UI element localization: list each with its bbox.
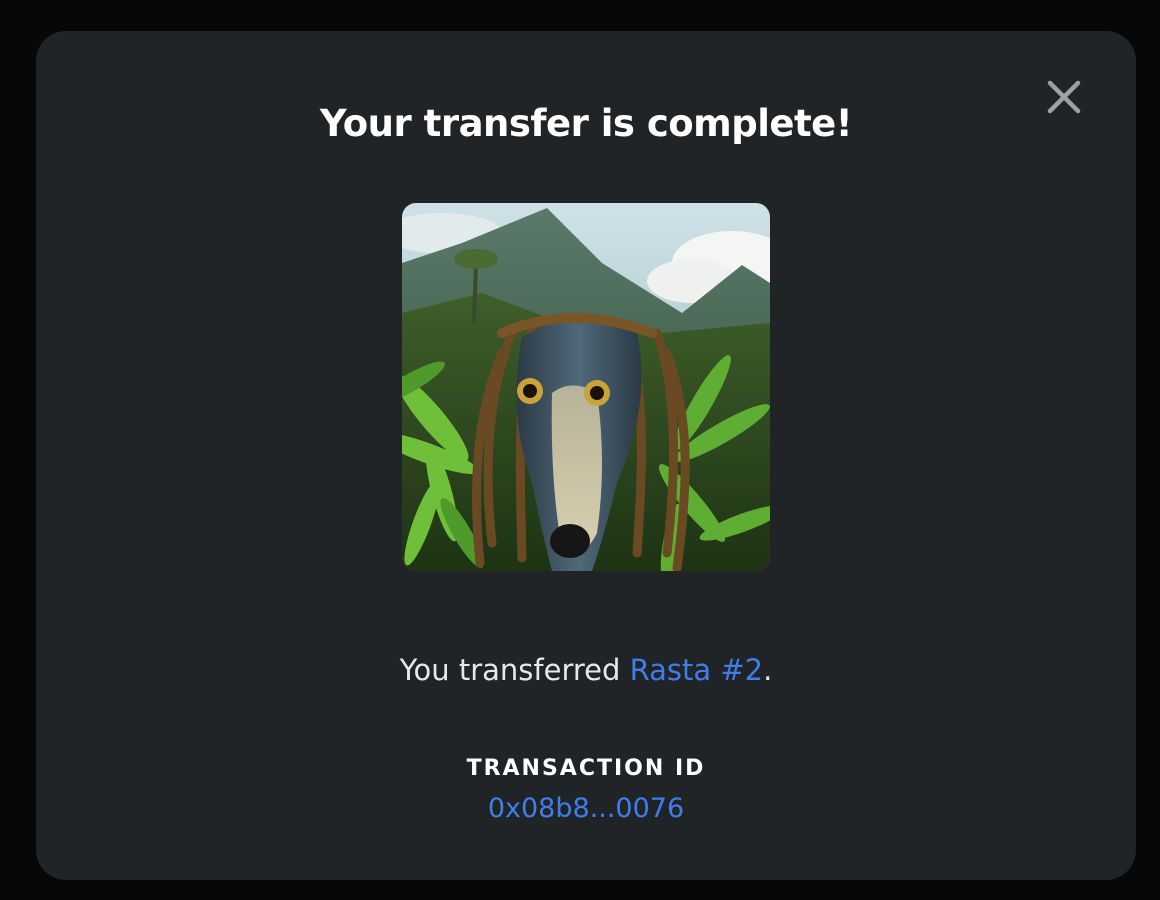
transaction-id-link[interactable]: 0x08b8...0076 [488,793,684,824]
nft-name-link[interactable]: Rasta #2 [630,653,764,687]
transaction-id-label: TRANSACTION ID [466,756,706,781]
transaction-id: 0x08b8...0076 [36,791,1136,827]
nft-image [402,203,770,571]
transfer-message-prefix: You transferred [399,653,630,687]
transfer-message: You transferred Rasta #2. [36,651,1136,689]
transfer-message-suffix: . [763,653,773,687]
modal-title: Your transfer is complete! [319,102,853,145]
transfer-complete-modal: Your transfer is complete! You transferr… [36,31,1136,880]
close-icon[interactable] [1042,75,1086,119]
